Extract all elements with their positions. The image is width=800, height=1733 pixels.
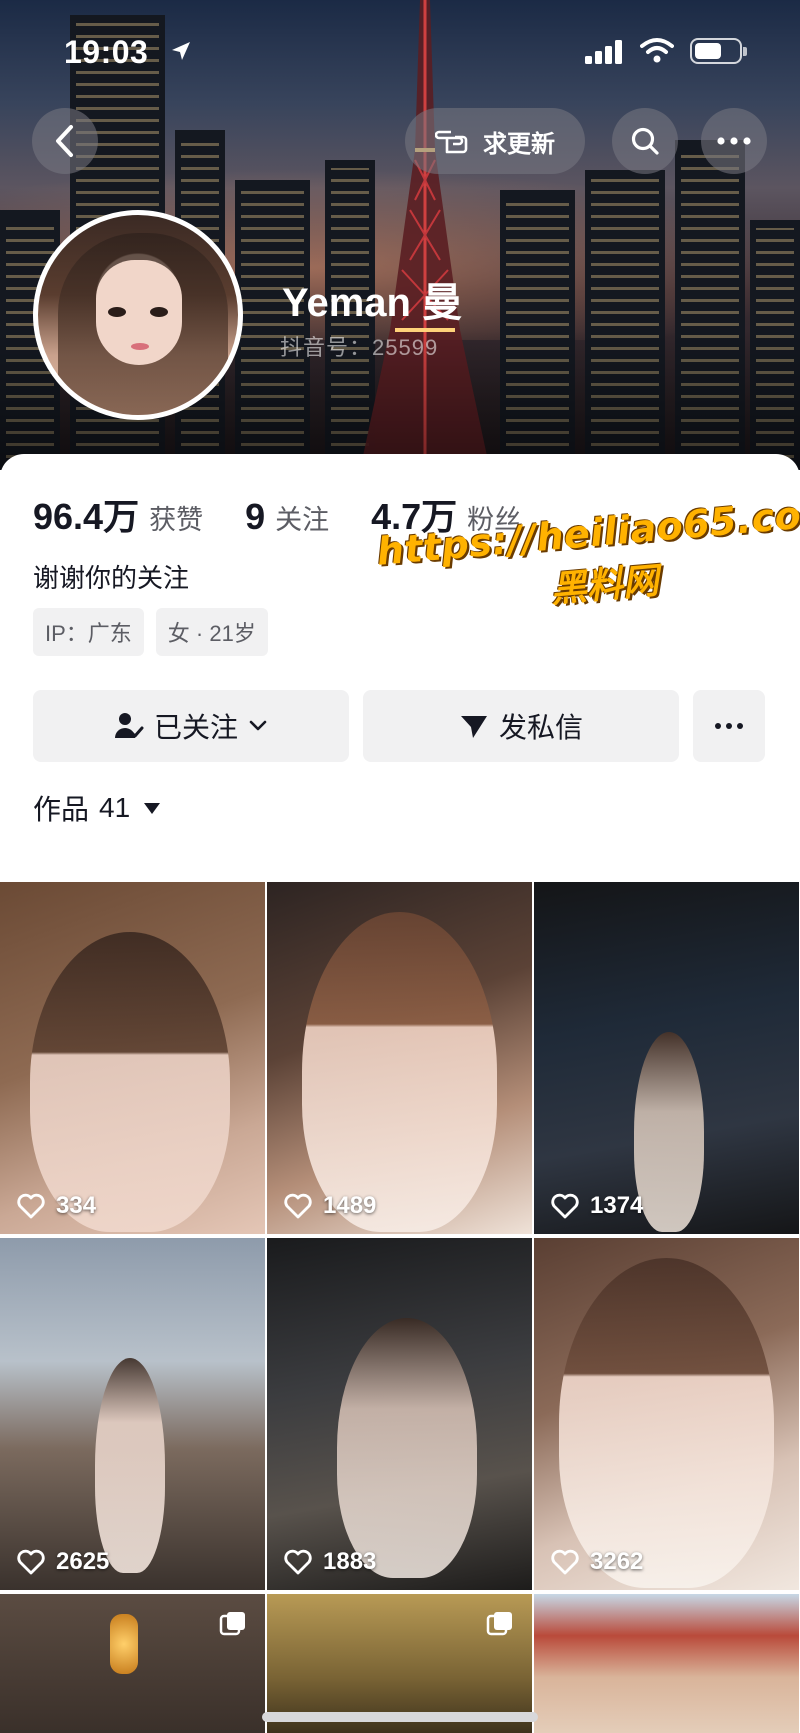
- multi-image-icon: [486, 1612, 512, 1636]
- likes-label: 获赞: [149, 505, 204, 535]
- like-count: 3262: [550, 1548, 643, 1576]
- video-thumbnail[interactable]: 1489: [267, 882, 532, 1234]
- works-tab[interactable]: 作品 41: [33, 788, 161, 828]
- heart-icon: [17, 1549, 45, 1575]
- video-thumbnail[interactable]: [0, 1594, 265, 1733]
- gender-age-tag: 女 · 21岁: [155, 608, 268, 656]
- request-update-button[interactable]: 求更新: [405, 108, 585, 174]
- works-count: 41: [99, 792, 131, 823]
- multi-image-icon: [219, 1612, 245, 1636]
- search-icon: [631, 127, 659, 155]
- video-thumbnail[interactable]: 334: [0, 882, 265, 1234]
- pointing-hand-icon: [435, 130, 468, 154]
- chevron-down-icon: [249, 720, 267, 731]
- video-thumbnail[interactable]: 2625: [0, 1238, 265, 1590]
- video-grid: 334 1489 1374 2625 1883 3262: [0, 882, 800, 1733]
- video-thumbnail[interactable]: 1374: [534, 882, 799, 1234]
- heart-icon: [551, 1193, 579, 1219]
- heart-icon: [17, 1193, 45, 1219]
- back-button[interactable]: [32, 108, 98, 174]
- like-count: 2625: [16, 1548, 109, 1576]
- likes-count[interactable]: 96.4万: [33, 488, 139, 540]
- send-icon: [460, 716, 487, 738]
- cellular-signal-icon: [585, 40, 622, 64]
- search-button[interactable]: [612, 108, 678, 174]
- ellipsis-icon: [715, 723, 743, 729]
- more-options-button[interactable]: [701, 108, 767, 174]
- status-time: 19:03: [64, 34, 149, 70]
- battery-icon: [690, 38, 747, 64]
- request-update-label: 求更新: [483, 130, 555, 158]
- video-thumbnail[interactable]: 1883: [267, 1238, 532, 1590]
- profile-tags: IP：广东 女 · 21岁: [33, 608, 268, 656]
- douyin-id[interactable]: 抖音号：25599: [280, 330, 444, 362]
- status-bar: 19:03: [0, 30, 800, 74]
- heart-icon: [284, 1193, 312, 1219]
- following-button-label: 已关注: [153, 712, 238, 743]
- like-count: 1374: [550, 1192, 643, 1220]
- avatar[interactable]: [33, 210, 243, 420]
- wifi-icon: [640, 38, 674, 63]
- caret-down-icon: [144, 802, 161, 814]
- location-arrow-icon: [172, 42, 190, 60]
- like-count: 1883: [283, 1548, 376, 1576]
- user-check-icon: [114, 713, 144, 738]
- works-label: 作品: [33, 794, 90, 825]
- heart-icon: [551, 1549, 579, 1575]
- following-count[interactable]: 9: [245, 496, 265, 538]
- profile-bio: 谢谢你的关注: [33, 563, 190, 593]
- following-label: 关注: [275, 505, 330, 535]
- like-count: 334: [16, 1192, 96, 1220]
- like-count: 1489: [283, 1192, 376, 1220]
- following-button[interactable]: 已关注: [33, 690, 349, 762]
- send-message-label: 发私信: [498, 712, 583, 743]
- home-indicator: [262, 1712, 538, 1722]
- send-message-button[interactable]: 发私信: [363, 690, 679, 762]
- ip-location-tag: IP：广东: [33, 608, 144, 656]
- heart-icon: [284, 1549, 312, 1575]
- video-thumbnail[interactable]: 3262: [534, 1238, 799, 1590]
- profile-username: Yeman 曼: [282, 281, 463, 325]
- more-actions-button[interactable]: [693, 690, 765, 762]
- profile-actions: 已关注 发私信: [33, 690, 765, 762]
- video-thumbnail[interactable]: [534, 1594, 799, 1733]
- ellipsis-icon: [717, 137, 751, 145]
- chevron-left-icon: [56, 125, 73, 157]
